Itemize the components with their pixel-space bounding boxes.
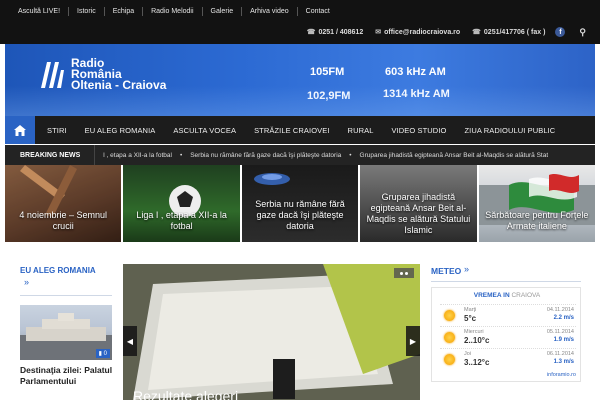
- radio-logo-icon[interactable]: [37, 58, 65, 90]
- divider: [431, 281, 581, 282]
- top-nav: Ascultă LIVE! Istoric Echipa Radio Melod…: [14, 4, 338, 18]
- ticker-item[interactable]: l , etapa a XII-a la fotbal: [95, 152, 172, 159]
- tile-caption: Gruparea jihadistă egipteană Ansar Beit …: [366, 192, 471, 235]
- phone-item: ☎ 0251 / 408612: [306, 29, 364, 36]
- article-title[interactable]: Destinaţia zilei: Palatul Parlamentului: [20, 365, 120, 387]
- featured-tile[interactable]: Serbia nu rămâne fără gaze dacă îşi plăt…: [241, 165, 359, 242]
- logo-text[interactable]: Radio România Oltenia - Craiova: [71, 57, 166, 91]
- phone-icon: ☎: [472, 29, 481, 36]
- frequency-fm-2: 102,9FM: [307, 90, 351, 102]
- slider-pagination[interactable]: [394, 268, 414, 278]
- breaking-news-bar: BREAKING NEWS l , etapa a XII-a la fotba…: [5, 145, 595, 165]
- sun-icon: [444, 310, 455, 321]
- home-icon: [14, 124, 26, 136]
- ticker-separator: •: [349, 151, 352, 159]
- news-ticker: l , etapa a XII-a la fotbal • Serbia nu …: [95, 152, 548, 159]
- topnav-radio-melodii[interactable]: Radio Melodii: [142, 6, 201, 16]
- weather-row: Marţi 5°c 04.11.2014 2.2 m/s: [440, 304, 576, 324]
- tile-caption: Sărbătoare pentru Forţele Armate italien…: [485, 210, 589, 231]
- nav-ziua-radioului-public[interactable]: ZIUA RADIOULUI PUBLIC: [455, 126, 564, 135]
- nav-stiri[interactable]: STIRI: [35, 126, 76, 135]
- slider-prev-button[interactable]: ◀: [123, 326, 137, 356]
- nav-rural[interactable]: RURAL: [339, 126, 383, 135]
- topnav-echipa[interactable]: Echipa: [103, 6, 142, 16]
- frequency-am-2: 1314 kHz AM: [383, 88, 450, 100]
- facebook-icon[interactable]: f: [555, 27, 566, 37]
- ticker-item[interactable]: Gruparea jihadistă egipteană Ansar Beit …: [352, 152, 549, 159]
- comment-count-badge[interactable]: ▮ 0: [95, 349, 110, 358]
- frequency-fm-1: 105FM: [310, 66, 345, 78]
- double-chevron-icon[interactable]: »: [24, 277, 29, 287]
- ballot-image: [123, 264, 420, 400]
- frequency-am-1: 603 kHz AM: [385, 66, 446, 78]
- sun-icon: [444, 354, 455, 365]
- search-icon[interactable]: ⚲: [579, 27, 586, 38]
- contact-info: ☎ 0251 / 408612 ✉ office@radiocraiova.ro ☎…: [307, 26, 586, 38]
- featured-strip: 4 noiembrie – Semnul crucii Liga I , eta…: [5, 165, 596, 242]
- header-banner: Radio România Oltenia - Craiova 105FM 60…: [5, 44, 595, 116]
- topnav-galerie[interactable]: Galerie: [201, 6, 242, 16]
- weather-title: VREMEA IN CRAIOVA: [473, 292, 541, 299]
- comment-icon: ▮: [98, 351, 102, 357]
- meteo-heading[interactable]: METEO: [431, 266, 461, 276]
- weather-row: Joi 3..12°c 06.11.2014 1.3 m/s: [440, 348, 576, 368]
- nav-video-studio[interactable]: VIDEO STUDIO: [382, 126, 455, 135]
- ticker-item[interactable]: Serbia nu rămâne fără gaze dacă îşi plăt…: [182, 152, 341, 159]
- nav-strazile-craiovei[interactable]: STRĂZILE CRAIOVEI: [245, 126, 338, 135]
- featured-tile[interactable]: Gruparea jihadistă egipteană Ansar Beit …: [360, 165, 477, 242]
- main-nav: STIRI EU ALEG ROMANIA ASCULTA VOCEA STRĂ…: [5, 116, 595, 144]
- tile-caption: Serbia nu rămâne fără gaze dacă îşi plăt…: [255, 199, 345, 231]
- double-chevron-icon[interactable]: »: [464, 264, 469, 274]
- topnav-arhiva-video[interactable]: Arhiva video: [241, 6, 297, 16]
- weather-source-link[interactable]: inforamio.ro: [547, 372, 576, 378]
- divider: [20, 295, 112, 296]
- tile-caption: 4 noiembrie – Semnul crucii: [19, 210, 107, 231]
- home-button[interactable]: [5, 116, 35, 144]
- phone-icon: ☎: [306, 29, 316, 36]
- featured-tile[interactable]: Liga I , etapa a XII-a la fotbal: [123, 165, 240, 242]
- email-item[interactable]: ✉ office@radiocraiova.ro: [375, 28, 460, 36]
- topnav-istoric[interactable]: Istoric: [68, 6, 104, 16]
- envelope-icon: ✉: [375, 29, 382, 36]
- featured-tile[interactable]: 4 noiembrie – Semnul crucii: [5, 165, 122, 242]
- weather-row: Miercuri 2..10°c 05.11.2014 1.9 m/s: [440, 326, 576, 346]
- topnav-live[interactable]: Ascultă LIVE!: [14, 7, 68, 16]
- slider-title[interactable]: Rezultate alegeri: [133, 388, 238, 400]
- topnav-contact[interactable]: Contact: [296, 6, 338, 16]
- fax-item: ☎ 0251/417706 ( fax ): [472, 29, 546, 36]
- ticker-separator: •: [179, 151, 183, 159]
- nav-asculta-vocea[interactable]: ASCULTA VOCEA: [164, 126, 245, 135]
- featured-tile[interactable]: Sărbătoare pentru Forţele Armate italien…: [478, 165, 596, 242]
- article-thumbnail[interactable]: ▮ 0: [20, 305, 112, 360]
- tile-caption: Liga I , etapa a XII-a la fotbal: [136, 210, 227, 231]
- sun-icon: [444, 332, 455, 343]
- top-bar: Ascultă LIVE! Istoric Echipa Radio Melod…: [0, 0, 600, 44]
- slider-next-button[interactable]: ▶: [406, 326, 420, 356]
- main-slider[interactable]: ◀ ▶ Rezultate alegeri: [123, 264, 420, 400]
- nav-eu-aleg-romania[interactable]: EU ALEG ROMANIA: [76, 126, 165, 135]
- section-heading[interactable]: EU ALEG ROMANIA: [20, 266, 96, 275]
- weather-widget: VREMEA IN CRAIOVA Marţi 5°c 04.11.2014 2…: [431, 287, 581, 382]
- breaking-news-label: BREAKING NEWS: [5, 145, 96, 165]
